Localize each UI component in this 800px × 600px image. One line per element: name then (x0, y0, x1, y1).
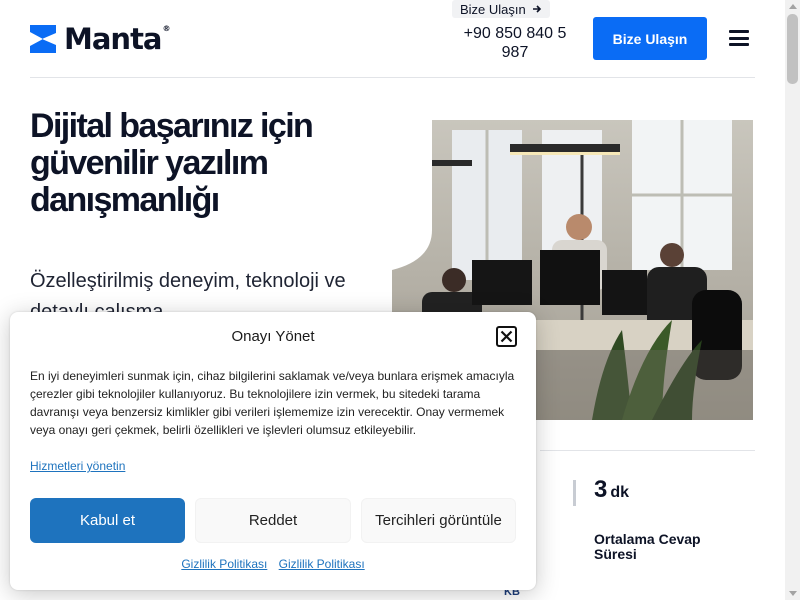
policy-links: Gizlilik Politikası Gizlilik Politikası (10, 557, 536, 571)
deny-button[interactable]: Reddet (195, 498, 351, 543)
hamburger-menu-icon[interactable] (729, 30, 749, 46)
manta-logo[interactable]: Manta® (30, 22, 171, 56)
stat-accent-bar (573, 480, 576, 506)
manage-services-link[interactable]: Hizmetleri yönetin (30, 459, 125, 473)
cookie-consent-dialog: Onayı Yönet En iyi deneyimleri sunmak iç… (10, 312, 536, 590)
top-contact-label: Bize Ulaşın (460, 1, 526, 17)
site-header: Manta® Bize Ulaşın +90 850 840 5 987 Biz… (0, 0, 785, 78)
top-contact-link[interactable]: Bize Ulaşın (452, 0, 550, 18)
manta-logo-icon (30, 25, 56, 53)
stat-value: 3 dk (594, 476, 630, 503)
stat-label: Ortalama Cevap Süresi (594, 531, 701, 562)
consent-title: Onayı Yönet (231, 328, 315, 345)
scroll-thumb[interactable] (787, 14, 798, 84)
view-preferences-button[interactable]: Tercihleri görüntüle (361, 498, 516, 543)
phone-number[interactable]: +90 850 840 5 987 (455, 24, 575, 62)
accept-button[interactable]: Kabul et (30, 498, 185, 543)
consent-body: En iyi deneyimleri sunmak için, cihaz bi… (30, 369, 515, 437)
stat-unit: dk (610, 484, 630, 501)
privacy-policy-link-1[interactable]: Gizlilik Politikası (181, 557, 267, 571)
logo-text: Manta® (64, 22, 171, 56)
page-scrollbar[interactable] (785, 0, 800, 600)
scroll-down-arrow-icon[interactable] (789, 591, 797, 596)
header-divider (30, 77, 755, 78)
contact-button[interactable]: Bize Ulaşın (593, 17, 707, 60)
privacy-policy-link-2[interactable]: Gizlilik Politikası (279, 557, 365, 571)
arrow-right-icon (532, 5, 541, 13)
scroll-up-arrow-icon[interactable] (789, 4, 797, 9)
close-icon[interactable] (496, 326, 517, 347)
stats-divider (540, 450, 755, 451)
hero-title: Dijital başarınız için güvenilir yazılım… (30, 107, 314, 219)
